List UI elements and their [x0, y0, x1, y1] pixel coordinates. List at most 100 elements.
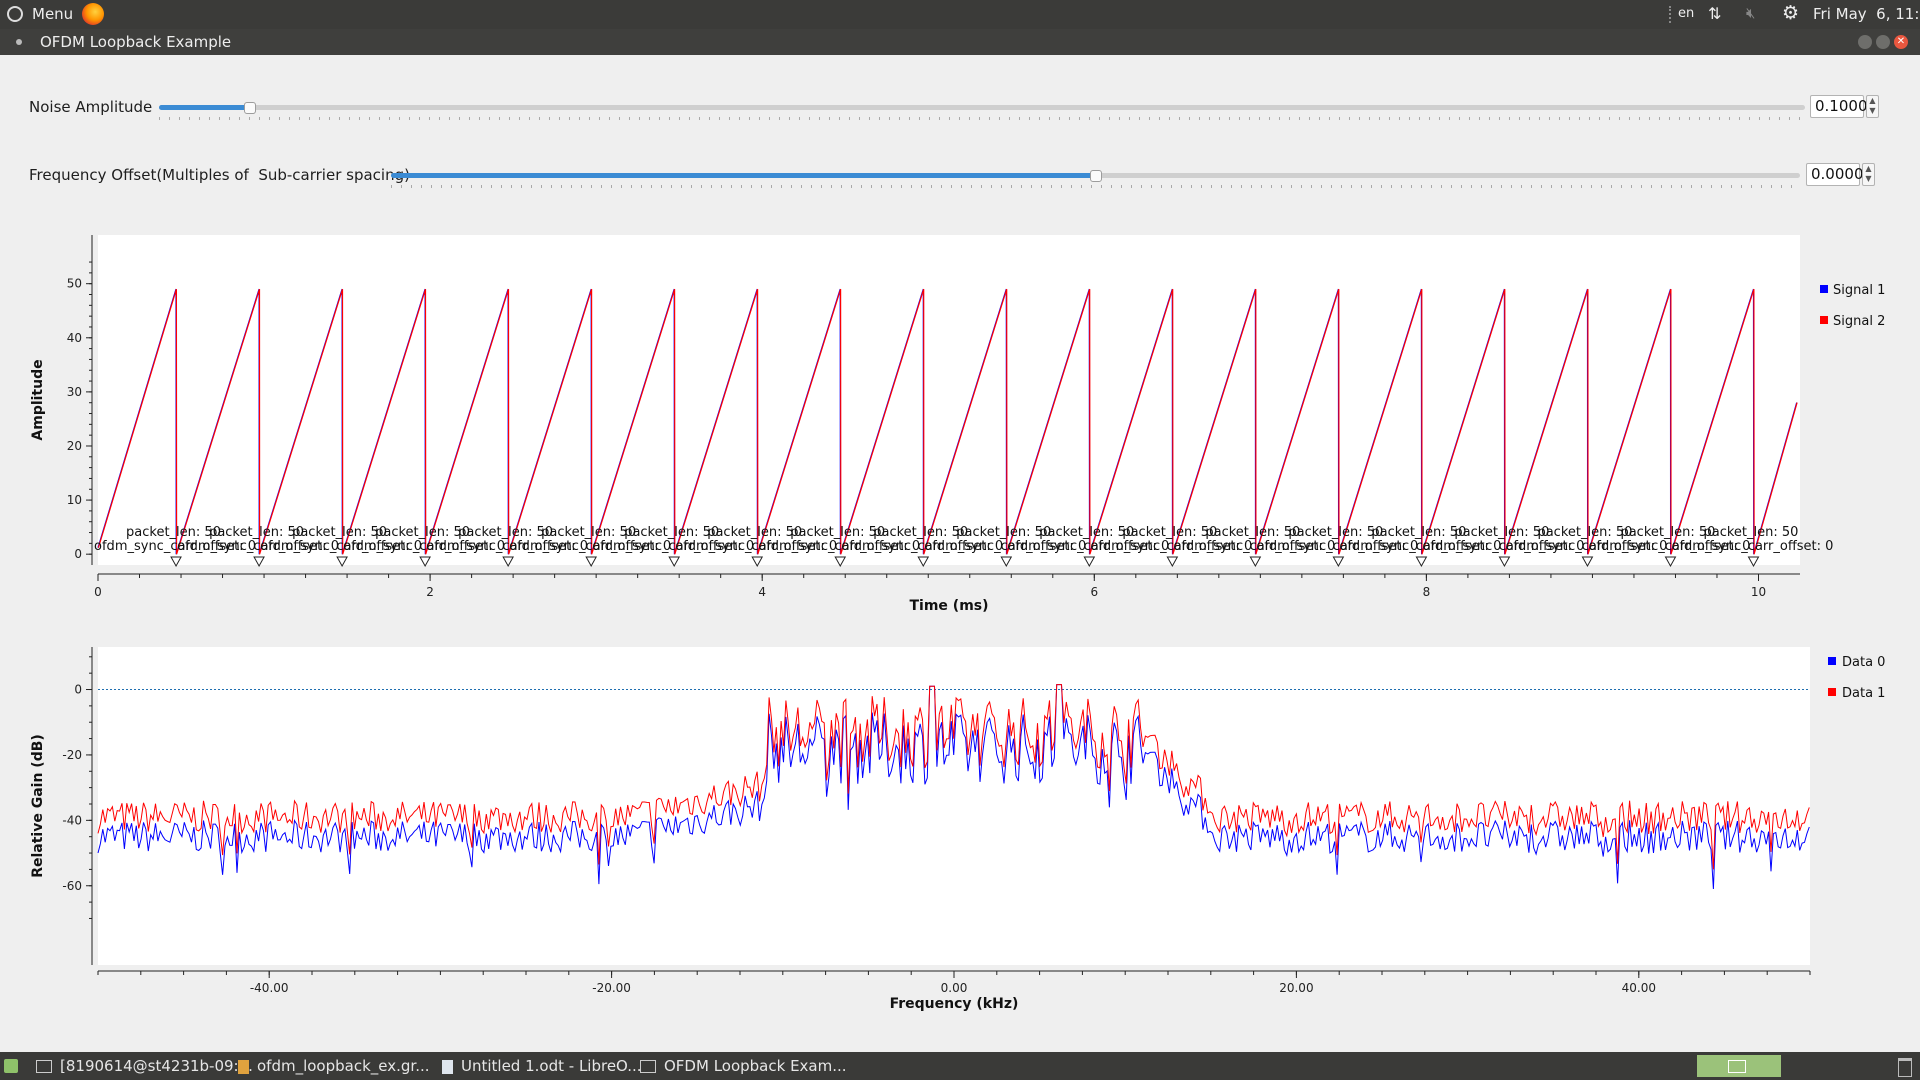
- trash-icon[interactable]: [1898, 1058, 1912, 1077]
- y-tick-label: 0: [74, 547, 82, 561]
- y-tick-label: -40: [62, 813, 82, 827]
- settings-gear-icon[interactable]: ⚙: [1782, 2, 1799, 24]
- time-domain-plot[interactable]: 0 10 20 30 40 50 0 2 4 6 8 10 Time (ms) Amplitude pack…: [0, 215, 1920, 615]
- tag-label-2: ofdm_sync_carr_offset: 0: [1672, 539, 1834, 554]
- clock[interactable]: Fri May 6, 11:30: [1813, 5, 1920, 23]
- noise-slider-handle[interactable]: [244, 102, 256, 114]
- document-icon: [238, 1059, 249, 1074]
- tag-label: packet_len: 50: [1454, 525, 1549, 540]
- taskbar-item-label: [8190614@st4231b-09:...: [60, 1057, 253, 1075]
- x-axis-label: Frequency (kHz): [890, 996, 1019, 1012]
- workspace-switcher[interactable]: [1697, 1055, 1781, 1077]
- firefox-icon[interactable]: [82, 3, 104, 25]
- legend-swatch: [1828, 657, 1836, 665]
- x-axis-label: Time (ms): [909, 598, 988, 614]
- y-tick-label: -60: [62, 879, 82, 893]
- menu-logo-icon[interactable]: [7, 6, 23, 22]
- x-tick-label: 8: [1423, 585, 1431, 599]
- y-axis-label: Relative Gain (dB): [30, 734, 46, 878]
- tag-label: packet_len: 50: [1704, 525, 1799, 540]
- x-tick-label: 20.00: [1279, 981, 1313, 995]
- close-icon[interactable]: ✕: [1894, 35, 1908, 49]
- noise-slider-track[interactable]: [159, 105, 1805, 110]
- legend-label: Signal 2: [1833, 314, 1885, 329]
- frequency-offset-slider[interactable]: [391, 163, 1800, 193]
- workspace-icon: [1728, 1060, 1746, 1073]
- freq-slider-fill: [391, 173, 1096, 178]
- noise-amplitude-stepper[interactable]: ▲ ▼: [1866, 95, 1879, 118]
- legend-swatch: [1820, 316, 1828, 324]
- libreoffice-icon: [442, 1059, 453, 1074]
- frequency-offset-input[interactable]: 0.0000: [1806, 163, 1864, 186]
- y-tick-label: 10: [67, 493, 82, 507]
- legend-label: Data 1: [1842, 686, 1885, 701]
- x-tick-label: 10: [1751, 585, 1766, 599]
- noise-amplitude-input[interactable]: 0.1000: [1810, 95, 1868, 118]
- frequency-domain-plot[interactable]: 0 -20 -40 -60 -40.00 -20.00 0.00 20.00 40.00 Freq…: [0, 625, 1920, 1045]
- window-icon: [640, 1060, 656, 1073]
- freq-slider-handle[interactable]: [1090, 170, 1102, 182]
- frequency-offset-label: Frequency Offset(Multiples of Sub-carrie…: [29, 166, 410, 184]
- show-desktop-icon[interactable]: [4, 1059, 18, 1073]
- x-tick-label: 0: [94, 585, 102, 599]
- taskbar-item[interactable]: [8190614@st4231b-09:...: [36, 1052, 253, 1080]
- tag-label: packet_len: 50: [1537, 525, 1632, 540]
- y-tick-label: -20: [62, 748, 82, 762]
- tag-label: packet_len: 50: [873, 525, 968, 540]
- tag-label: packet_len: 50: [624, 525, 719, 540]
- y-tick-label: 30: [67, 385, 82, 399]
- menu-button[interactable]: Menu: [32, 5, 73, 23]
- x-tick-label: 6: [1090, 585, 1098, 599]
- taskbar-item-label: ofdm_loopback_ex.gr...: [257, 1057, 430, 1075]
- x-tick-label: -20.00: [592, 981, 631, 995]
- bottom-taskbar: [8190614@st4231b-09:... ofdm_loopback_ex…: [0, 1052, 1920, 1080]
- noise-amplitude-label: Noise Amplitude: [29, 98, 153, 116]
- minimize-icon[interactable]: [1858, 35, 1872, 49]
- tag-label: packet_len: 50: [458, 525, 553, 540]
- plot-canvas: [98, 235, 1800, 565]
- volume-muted-icon[interactable]: 🔇︎: [1746, 4, 1755, 22]
- frequency-offset-stepper[interactable]: ▲ ▼: [1862, 163, 1875, 186]
- keyboard-language-indicator[interactable]: en: [1678, 6, 1694, 21]
- tag-label: packet_len: 50: [1620, 525, 1715, 540]
- taskbar-item-active[interactable]: OFDM Loopback Exam...: [640, 1052, 847, 1080]
- y-tick-label: 20: [67, 439, 82, 453]
- tag-label: packet_len: 50: [1205, 525, 1300, 540]
- noise-slider-ticks: [159, 117, 1805, 120]
- tag-label: packet_len: 50: [1288, 525, 1383, 540]
- tag-label: packet_len: 50: [1039, 525, 1134, 540]
- x-tick-label: -40.00: [250, 981, 289, 995]
- legend-swatch: [1828, 688, 1836, 696]
- window-title: OFDM Loopback Example: [40, 33, 232, 51]
- y-tick-label: 50: [67, 277, 82, 291]
- x-tick-label: 0.00: [941, 981, 968, 995]
- legend-label: Data 0: [1842, 655, 1885, 670]
- x-tick-label: 2: [426, 585, 434, 599]
- network-icon[interactable]: ⇅: [1708, 4, 1721, 23]
- terminal-icon: [36, 1060, 52, 1073]
- tag-label: packet_len: 50: [1371, 525, 1466, 540]
- taskbar-item-label: OFDM Loopback Exam...: [664, 1057, 847, 1075]
- noise-slider-fill: [159, 105, 250, 110]
- taskbar-item[interactable]: Untitled 1.odt - LibreO...: [442, 1052, 642, 1080]
- taskbar-item[interactable]: ofdm_loopback_ex.gr...: [238, 1052, 430, 1080]
- legend-swatch: [1820, 285, 1828, 293]
- tag-label: packet_len: 50: [707, 525, 802, 540]
- taskbar-item-label: Untitled 1.odt - LibreO...: [461, 1057, 642, 1075]
- legend-label: Signal 1: [1833, 283, 1885, 298]
- top-panel: Menu en ⇅ 🔇︎ ⚙ Fri May 6, 11:30: [0, 0, 1920, 29]
- y-tick-label: 40: [67, 331, 82, 345]
- window-titlebar[interactable]: OFDM Loopback Example ✕: [0, 29, 1920, 55]
- maximize-icon[interactable]: [1876, 35, 1890, 49]
- x-tick-label: 40.00: [1622, 981, 1656, 995]
- main-content: Noise Amplitude 0.1000 ▲ ▼ Frequency Offs…: [0, 55, 1920, 1052]
- tag-label: packet_len: 50: [956, 525, 1051, 540]
- noise-amplitude-slider[interactable]: [159, 95, 1805, 125]
- tag-label: packet_len: 50: [126, 525, 221, 540]
- tag-label: packet_len: 50: [292, 525, 387, 540]
- x-tick-label: 4: [758, 585, 766, 599]
- tag-label: packet_len: 50: [1122, 525, 1217, 540]
- window-menu-icon[interactable]: [16, 39, 22, 45]
- tag-label: packet_len: 50: [790, 525, 885, 540]
- tag-label: packet_len: 50: [209, 525, 304, 540]
